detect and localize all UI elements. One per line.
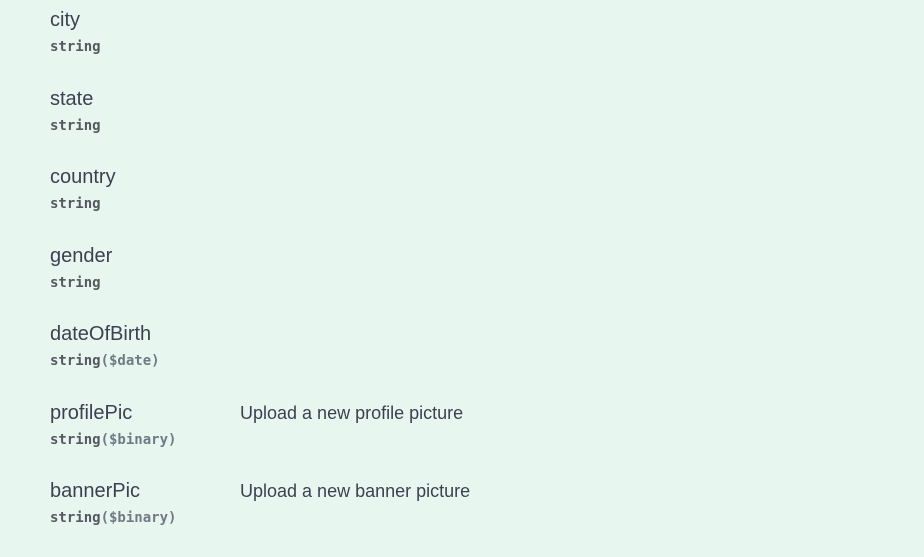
property-type: string($binary) (50, 510, 176, 526)
property-row-state: state string (50, 81, 870, 141)
property-type: string (50, 196, 101, 212)
property-type-label: string (50, 432, 101, 448)
property-row-country: country string (50, 159, 870, 219)
property-type-label: string (50, 510, 101, 526)
property-name: gender (50, 245, 113, 267)
property-row-banner-pic: bannerPic string($binary) Upload a new b… (50, 473, 870, 533)
property-type: string($date) (50, 353, 160, 369)
property-type: string (50, 39, 101, 55)
property-type: string (50, 275, 101, 291)
schema-properties: city string state string country string … (0, 0, 924, 557)
property-description: Upload a new profile picture (240, 403, 464, 423)
property-name: country (50, 166, 116, 188)
property-type: string($binary) (50, 432, 176, 448)
property-row-gender: gender string (50, 238, 870, 298)
property-type-label: string (50, 39, 101, 55)
property-format: ($binary) (100, 432, 177, 448)
property-type-label: string (50, 196, 101, 212)
property-type-label: string (50, 353, 101, 369)
property-name: profilePic (50, 402, 133, 424)
property-name: dateOfBirth (50, 323, 152, 345)
property-type: string (50, 118, 101, 134)
property-name: bannerPic (50, 480, 141, 502)
property-row-date-of-birth: dateOfBirth string($date) (50, 316, 870, 376)
property-row-profile-pic: profilePic string($binary) Upload a new … (50, 395, 870, 455)
property-format: ($binary) (100, 510, 177, 526)
property-format: ($date) (100, 353, 160, 369)
property-name: city (50, 9, 80, 31)
property-type-label: string (50, 118, 101, 134)
property-row-city: city string (50, 2, 870, 62)
property-type-label: string (50, 275, 101, 291)
property-description: Upload a new banner picture (240, 481, 471, 501)
property-name: state (50, 88, 94, 110)
